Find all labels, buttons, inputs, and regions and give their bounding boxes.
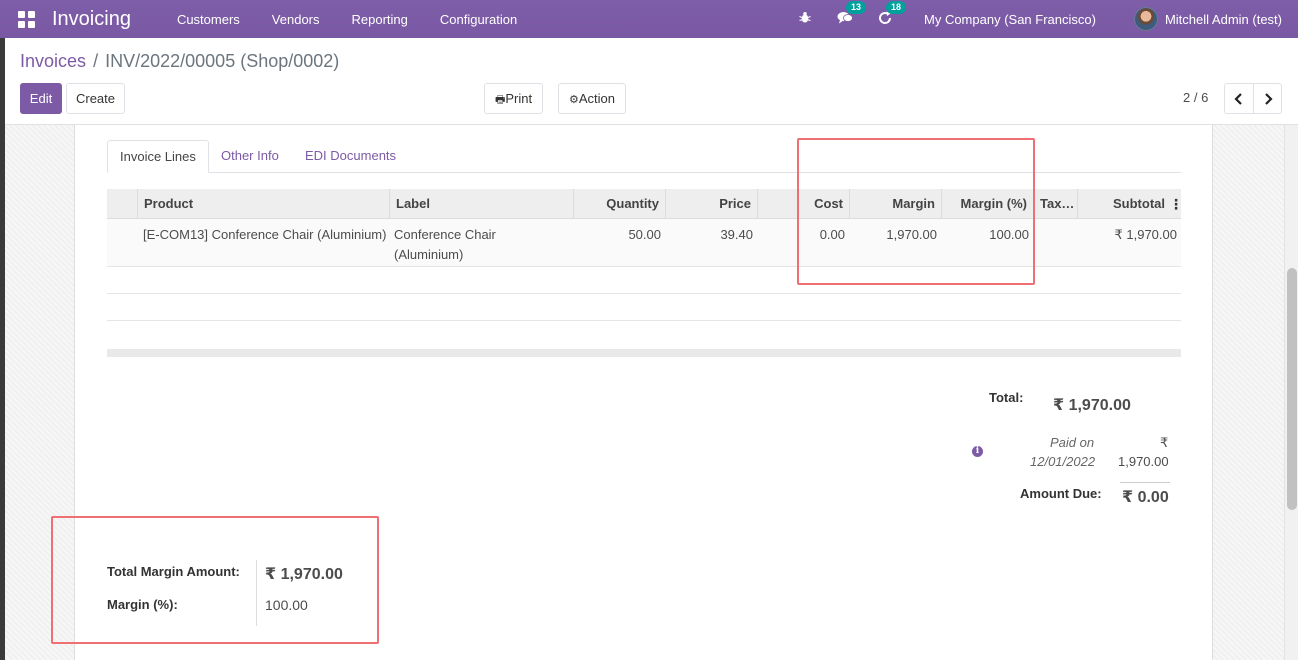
cell-product: [E-COM13] Conference Chair (Aluminium) — [143, 227, 387, 242]
total-value: ₹ 1,970.00 — [1053, 397, 1131, 414]
paid-currency: ₹ — [1160, 435, 1169, 450]
amount-due-value: ₹ 0.00 — [1122, 489, 1169, 506]
menu-reporting[interactable]: Reporting — [336, 12, 424, 27]
activities-icon[interactable]: 18 — [876, 0, 907, 28]
messages-badge: 13 — [846, 1, 867, 14]
col-price[interactable]: Price — [665, 189, 757, 219]
info-icon[interactable]: i — [972, 446, 983, 457]
edit-button[interactable]: Edit — [20, 83, 62, 114]
app-name[interactable]: Invoicing — [52, 8, 131, 31]
table-footer — [107, 349, 1181, 357]
empty-row — [107, 294, 1181, 321]
tab-edi-documents[interactable]: EDI Documents — [293, 140, 408, 173]
margin-pct-label: Margin (%): — [107, 597, 178, 612]
total-margin-label: Total Margin Amount: — [107, 564, 240, 579]
menu-customers[interactable]: Customers — [161, 12, 256, 27]
breadcrumb-separator: / — [93, 51, 99, 71]
optional-columns-icon[interactable]: ⋮ — [1169, 189, 1183, 219]
user-menu[interactable]: Mitchell Admin (test) — [1165, 12, 1282, 27]
cell-label-line2: (Aluminium) — [394, 247, 464, 262]
top-navbar: Invoicing Customers Vendors Reporting Co… — [0, 0, 1298, 38]
paid-amount: 1,970.00 — [1118, 454, 1169, 469]
col-product[interactable]: Product — [137, 189, 389, 219]
action-button[interactable]: ⚙Action — [558, 83, 626, 114]
paid-date: 12/01/2022 — [1030, 454, 1096, 469]
scrollbar-thumb[interactable] — [1287, 268, 1297, 510]
amount-due-divider — [1120, 482, 1170, 483]
tab-invoice-lines[interactable]: Invoice Lines — [107, 140, 209, 173]
pager-value[interactable]: 2 / 6 — [1183, 90, 1208, 105]
amount-due-label: Amount Due: — [1020, 486, 1102, 501]
cell-quantity: 50.00 — [628, 227, 661, 242]
pager-previous-button[interactable] — [1224, 83, 1254, 114]
gear-icon: ⚙ — [568, 94, 579, 106]
tab-other-info[interactable]: Other Info — [209, 140, 291, 173]
create-button[interactable]: Create — [66, 83, 125, 114]
navbar-systray: 13 18 My Company (San Francisco) Mitchel… — [796, 0, 1298, 38]
breadcrumb: Invoices / INV/2022/00005 (Shop/0002) — [20, 51, 339, 72]
col-quantity[interactable]: Quantity — [573, 189, 665, 219]
menu-vendors[interactable]: Vendors — [256, 12, 336, 27]
company-switcher[interactable]: My Company (San Francisco) — [924, 12, 1096, 27]
breadcrumb-current: INV/2022/00005 (Shop/0002) — [105, 51, 340, 71]
cell-label-line1: Conference Chair — [394, 227, 496, 242]
menu-configuration[interactable]: Configuration — [424, 12, 533, 27]
highlight-margin-columns — [797, 138, 1035, 285]
cell-label: Conference Chair (Aluminium) — [394, 225, 496, 265]
app-menu-icon[interactable] — [18, 9, 38, 29]
margin-pct-value: 100.00 — [265, 597, 308, 613]
activities-badge: 18 — [886, 0, 907, 14]
paid-on-label: Paid on — [1050, 435, 1095, 450]
bug-icon[interactable] — [796, 11, 814, 27]
left-edge — [0, 38, 5, 660]
chevron-left-icon — [1234, 93, 1242, 105]
print-icon: 🖶 — [494, 94, 506, 106]
action-label: Action — [578, 91, 615, 106]
total-label: Total: — [989, 390, 1024, 405]
cell-subtotal: ₹ 1,970.00 — [1114, 227, 1178, 242]
chevron-right-icon — [1264, 93, 1273, 105]
vertical-scrollbar[interactable] — [1284, 125, 1298, 660]
main-menu: Customers Vendors Reporting Configuratio… — [161, 12, 533, 27]
user-avatar[interactable] — [1133, 7, 1158, 31]
breadcrumb-invoices[interactable]: Invoices — [20, 51, 86, 71]
print-label: Print — [505, 91, 533, 106]
total-margin-value: ₹ 1,970.00 — [265, 566, 343, 583]
control-panel: Invoices / INV/2022/00005 (Shop/0002) Ed… — [0, 38, 1298, 125]
cell-price: 39.40 — [720, 227, 753, 242]
pager-next-button[interactable] — [1253, 83, 1282, 114]
col-taxes[interactable]: Tax… — [1033, 189, 1077, 219]
print-button[interactable]: 🖶Print — [484, 83, 543, 114]
messages-icon[interactable]: 13 — [836, 1, 867, 27]
col-subtotal[interactable]: Subtotal — [1077, 189, 1181, 219]
col-label[interactable]: Label — [389, 189, 573, 219]
summary-divider — [256, 560, 257, 626]
